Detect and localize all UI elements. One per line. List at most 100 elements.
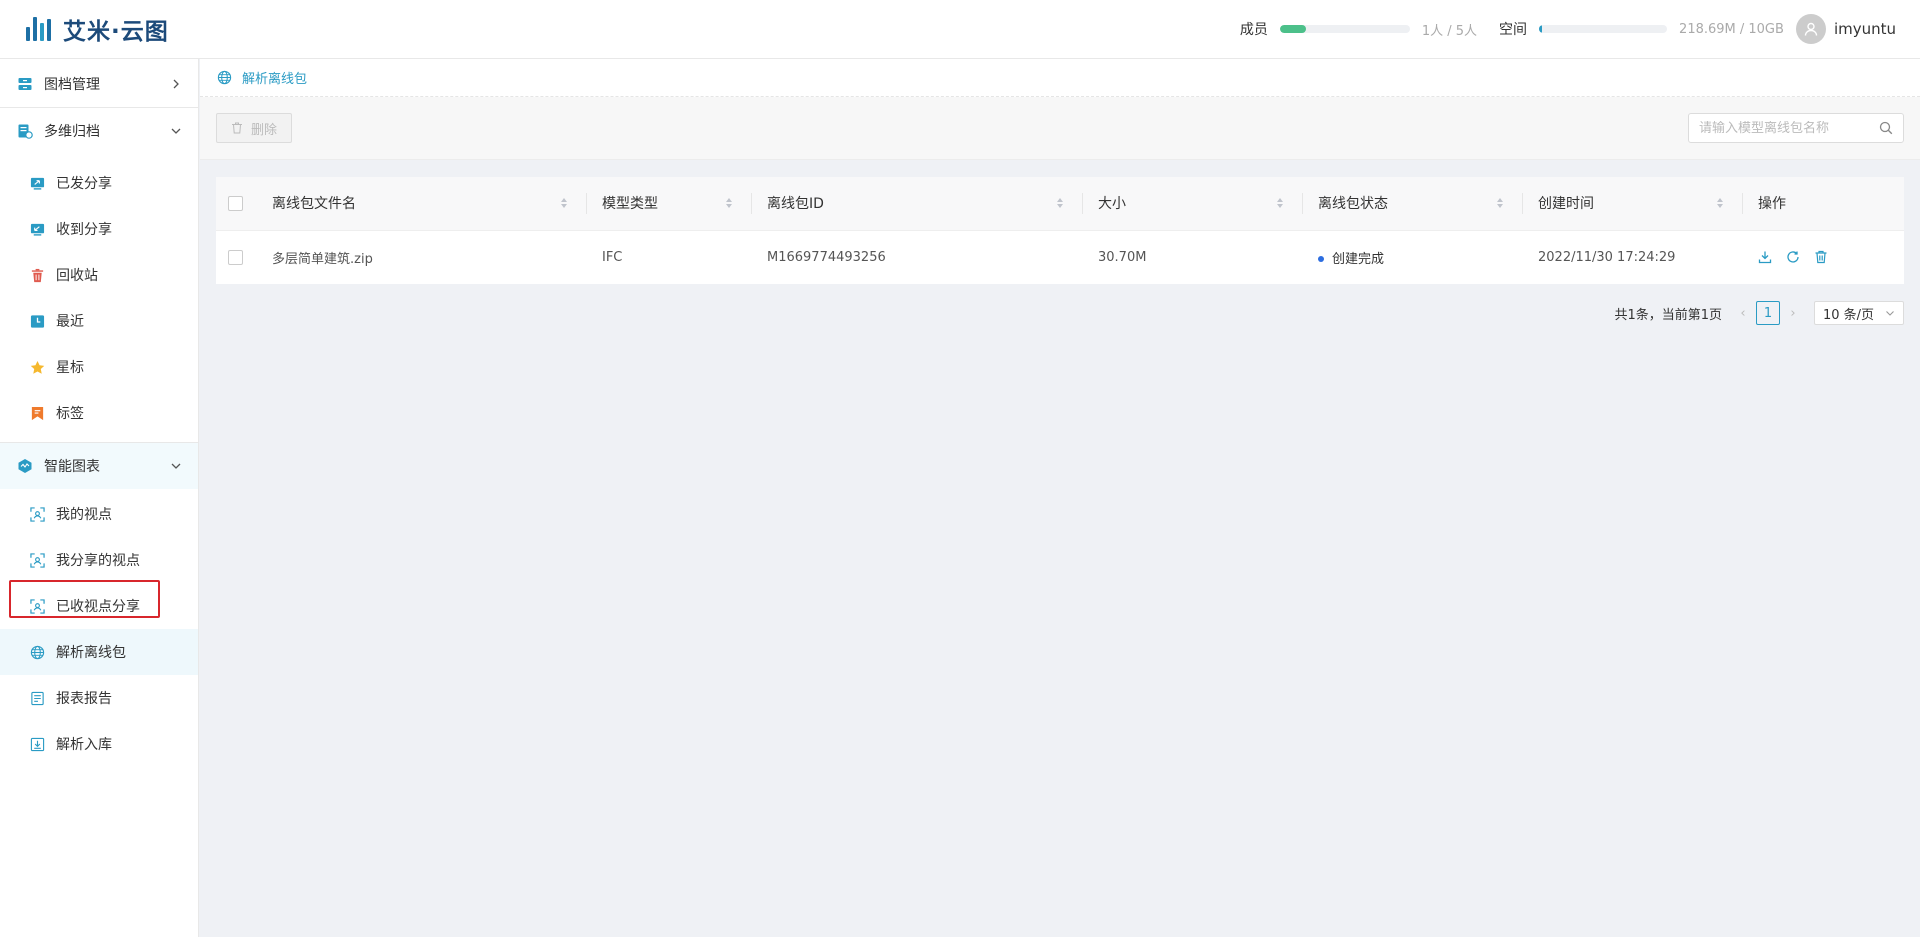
prev-page-icon[interactable]: ‹ [1736,306,1750,321]
search-input[interactable] [1699,120,1879,136]
row-checkbox[interactable] [228,249,243,265]
report-icon [31,691,44,705]
sidebar-item-import[interactable]: 解析入库 [0,721,198,767]
sort-icon[interactable] [1056,197,1064,209]
sort-icon[interactable] [560,197,568,209]
sidebar-group-multi-archive[interactable]: 多维归档 [0,108,198,154]
sidebar-item-share-received[interactable]: 收到分享 [0,206,198,252]
cell-model-type: IFC [602,249,623,265]
sidebar-item-tag[interactable]: 标签 [0,390,198,436]
chevron-down-icon [171,463,181,469]
username[interactable]: imyuntu [1834,20,1896,38]
logo-text: 艾米·云图 [63,19,169,45]
sort-icon[interactable] [1496,197,1504,209]
sidebar-item-received-viewpoints[interactable]: 已收视点分享 [0,583,198,629]
page-size-select[interactable]: 10 条/页 [1814,301,1904,325]
space-progress [1539,25,1668,33]
cell-filename: 多层简单建筑.zip [272,251,373,267]
sidebar-item-label: 标签 [56,406,84,422]
page-size-value: 10 条/页 [1823,307,1875,323]
delete-button[interactable]: 删除 [216,113,293,143]
cell-actions [1742,230,1904,284]
sidebar-item-star[interactable]: 星标 [0,344,198,390]
avatar[interactable] [1795,14,1826,44]
page-number[interactable]: 1 [1756,301,1780,325]
sidebar-group-smart-chart[interactable]: 智能图表 [0,443,198,489]
column-header[interactable]: 模型类型 [586,177,751,230]
sort-icon[interactable] [725,197,733,209]
chevron-down-icon [171,128,181,134]
sidebar-item-label: 回收站 [56,268,98,284]
sidebar-item-label: 最近 [56,314,84,330]
column-header[interactable]: 离线包状态 [1302,177,1522,230]
globe-icon [30,645,45,659]
download-icon[interactable] [1758,250,1772,264]
sidebar-item-label: 解析入库 [56,737,112,753]
multi-archive-icon [18,124,33,139]
trash-icon [31,268,44,282]
main-content: 解析离线包 删除 离线包文件名 模型类型 离线包ID [200,59,1920,937]
members-label: 成员 [1239,22,1268,38]
bookmark-icon [31,406,44,420]
table-header-row: 离线包文件名 模型类型 离线包ID 大小 离线包状态 创建时间 操作 [216,177,1904,230]
column-header[interactable]: 离线包文件名 [256,177,586,230]
breadcrumb-current[interactable]: 解析离线包 [242,68,307,87]
cell-size: 30.70M [1098,249,1147,265]
sidebar-item-my-viewpoints[interactable]: 我的视点 [0,491,198,537]
sidebar-item-label: 星标 [56,360,84,376]
sidebar-item-label: 解析离线包 [56,645,126,661]
search-icon[interactable] [1879,121,1893,135]
space-value: 218.69M / 10GB [1679,21,1784,37]
share-sent-icon [30,177,45,190]
viewpoint-icon [30,598,45,614]
star-icon [30,360,45,374]
trash-icon[interactable] [1814,250,1828,264]
logo-bars-icon [26,17,51,41]
sidebar-item-label: 报表报告 [56,691,112,707]
sidebar-item-share-sent[interactable]: 已发分享 [0,160,198,206]
pagination-summary: 共1条，当前第1页 [1614,307,1722,323]
import-icon [30,737,45,751]
space-label: 空间 [1499,22,1528,38]
breadcrumb: 解析离线包 [200,59,1920,97]
status-dot [1318,256,1324,263]
sidebar-item-trash[interactable]: 回收站 [0,252,198,298]
refresh-icon[interactable] [1786,250,1800,264]
pagination: 共1条，当前第1页 ‹ 1 › 10 条/页 [1614,301,1904,325]
clock-icon [30,314,45,328]
sidebar-group-label: 智能图表 [44,459,100,475]
chevron-down-icon [1886,311,1894,316]
column-header[interactable]: 创建时间 [1522,177,1742,230]
sidebar-item-label: 已发分享 [56,176,112,192]
user-icon [1804,22,1818,36]
delete-label: 删除 [251,122,278,138]
sidebar-item-report[interactable]: 报表报告 [0,675,198,721]
sidebar-item-offline-package[interactable]: 解析离线包 [0,629,198,675]
sort-icon[interactable] [1716,197,1724,209]
status-text: 创建完成 [1332,251,1385,267]
members-progress [1279,25,1410,33]
cell-created: 2022/11/30 17:24:29 [1538,249,1676,265]
table-row[interactable]: 多层简单建筑.zip IFC M1669774493256 30.70M 创建完… [216,230,1904,284]
sidebar-group-archive[interactable]: 图档管理 [0,61,198,107]
sidebar-item-my-shared-viewpoints[interactable]: 我分享的视点 [0,537,198,583]
smart-chart-icon [18,459,32,473]
cell-status: 创建完成 [1302,230,1522,284]
search-box[interactable] [1688,113,1904,143]
viewpoint-icon [30,506,45,522]
column-header[interactable]: 离线包ID [751,177,1082,230]
sidebar-group-label: 多维归档 [44,124,100,140]
package-table: 离线包文件名 模型类型 离线包ID 大小 离线包状态 创建时间 操作 多层简单建… [216,177,1904,284]
top-header: 艾米·云图 成员 1人 / 5人 空间 218.69M / 10GB imyun… [0,0,1920,59]
column-header[interactable]: 大小 [1082,177,1302,230]
sidebar-item-recent[interactable]: 最近 [0,298,198,344]
sidebar-item-label: 收到分享 [56,222,112,238]
sidebar-item-label: 我分享的视点 [56,553,140,569]
sidebar: 图档管理 多维归档 已发分享 收到分享 回收站 最近 星标 标签 智能图表 我的… [0,59,199,937]
globe-icon [217,70,232,85]
trash-icon [232,122,242,134]
next-page-icon[interactable]: › [1786,306,1800,321]
select-all-checkbox[interactable] [228,195,243,211]
app-logo[interactable]: 艾米·云图 [26,12,169,46]
sort-icon[interactable] [1276,197,1284,209]
